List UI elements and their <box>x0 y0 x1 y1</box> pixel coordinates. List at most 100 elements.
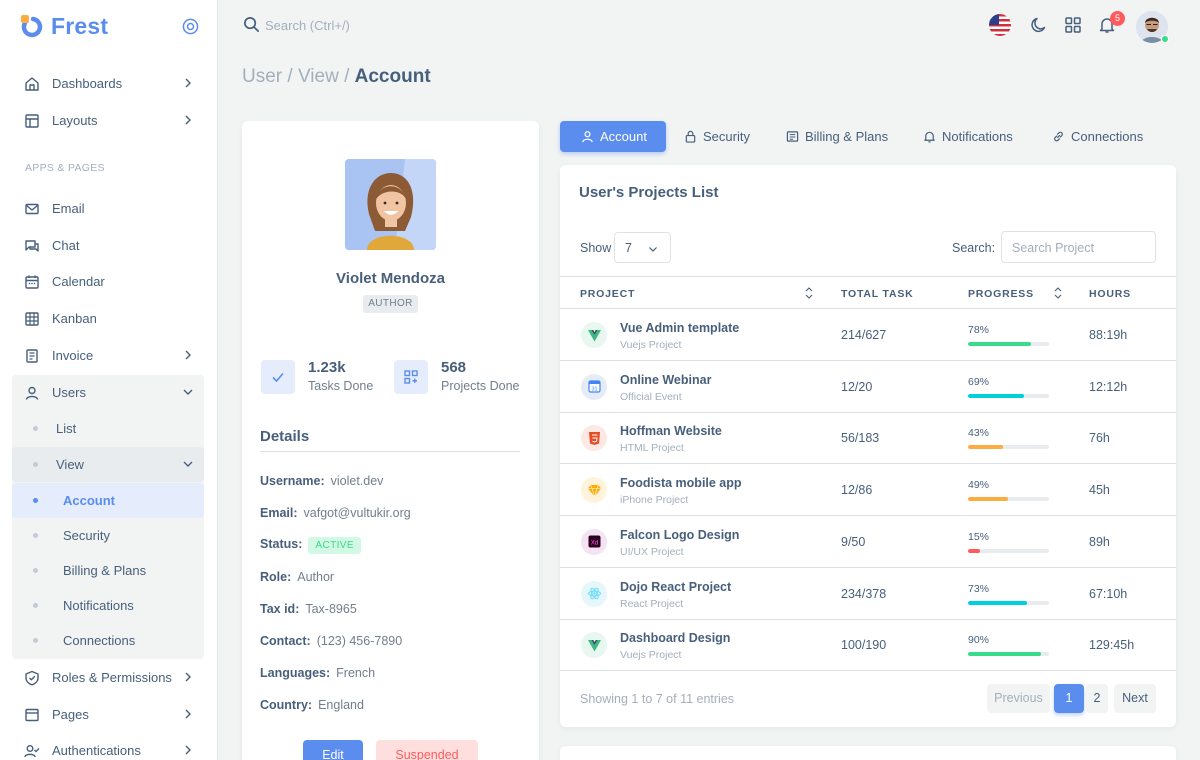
tab-account[interactable]: Account <box>560 121 666 152</box>
global-search-input[interactable]: Search (Ctrl+/) <box>265 18 350 33</box>
table-row[interactable]: Vue Admin template Vuejs Project 214/627 78… <box>560 309 1176 361</box>
bullet-icon <box>33 638 38 643</box>
project-subtitle: HTML Project <box>620 442 684 455</box>
brand[interactable]: Frest <box>21 13 108 40</box>
sidebar-subitem-connections[interactable]: Connections <box>12 623 204 658</box>
table-row[interactable]: Foodista mobile app iPhone Project 12/86 49… <box>560 464 1176 517</box>
table-row[interactable]: Hoffman Website HTML Project 56/183 43% 76h <box>560 412 1176 465</box>
table-row[interactable]: Xd Falcon Logo Design UI/UX Project 9/50 15%… <box>560 516 1176 568</box>
tab-label: Billing & Plans <box>805 129 889 144</box>
tasks-done-label: Tasks Done <box>308 379 374 393</box>
sidebar-item-label: Invoice <box>52 348 94 363</box>
sidebar-item-label: Users <box>52 385 86 400</box>
sidebar-item-chat[interactable]: Chat <box>12 228 204 263</box>
detail-value: French <box>336 666 376 680</box>
projects-card: User's Projects List Show 7 Search: Sear… <box>560 165 1176 727</box>
project-progress-label: 90% <box>968 634 990 647</box>
sidebar-item-pages[interactable]: Pages <box>12 697 204 732</box>
entries-select-value: 7 <box>625 241 632 255</box>
xd-icon: Xd <box>581 528 607 555</box>
column-header-hours[interactable]: HOURS <box>1089 288 1131 300</box>
sidebar-subitem-list[interactable]: List <box>12 411 204 446</box>
sidebar-item-label: Notifications <box>63 598 134 613</box>
sidebar-item-email[interactable]: Email <box>12 191 204 226</box>
browser-icon <box>25 708 39 721</box>
project-subtitle: Vuejs Project <box>620 649 682 662</box>
sidebar-item-label: Pages <box>52 707 89 722</box>
sidebar-subitem-notifications[interactable]: Notifications <box>12 588 204 623</box>
project-name[interactable]: Foodista mobile app <box>620 476 742 490</box>
apps-grid-icon[interactable] <box>1064 16 1082 34</box>
tab-connections[interactable]: Connections <box>1052 121 1143 152</box>
project-name[interactable]: Dojo React Project <box>620 580 731 594</box>
project-hours: 88:19h <box>1089 328 1128 342</box>
sidebar-item-users[interactable]: Users <box>12 375 204 410</box>
entries-select[interactable]: 7 <box>614 232 671 263</box>
pagination-page-1[interactable]: 1 <box>1054 684 1084 713</box>
sidebar-item-invoice[interactable]: Invoice <box>12 338 204 373</box>
sort-icon[interactable] <box>804 285 814 301</box>
sidebar-item-label: Layouts <box>52 113 98 128</box>
menu-toggle-icon[interactable] <box>182 18 199 35</box>
sidebar-subitem-view[interactable]: View <box>12 447 204 482</box>
table-row[interactable]: Dashboard Design Vuejs Project 100/190 90% 1… <box>560 619 1176 672</box>
profile-photo <box>345 159 436 250</box>
breadcrumb-path[interactable]: User / View / <box>242 66 355 87</box>
sidebar-item-authentications[interactable]: Authentications <box>12 733 204 760</box>
sort-icon[interactable] <box>1053 285 1063 301</box>
table-row[interactable]: Dojo React Project React Project 234/378 73… <box>560 568 1176 620</box>
sidebar-item-roles[interactable]: Roles & Permissions <box>12 660 204 695</box>
project-name[interactable]: Vue Admin template <box>620 321 739 335</box>
project-total-task: 9/50 <box>841 534 866 549</box>
pagination-next[interactable]: Next <box>1114 684 1156 713</box>
project-subtitle: Official Event <box>620 390 682 403</box>
sidebar-item-label: View <box>56 457 84 472</box>
sidebar-subitem-security[interactable]: Security <box>12 518 204 553</box>
lock-icon <box>685 130 696 143</box>
detail-value: violet.dev <box>330 474 384 488</box>
tab-security[interactable]: Security <box>684 121 750 152</box>
detail-key: Languages: <box>260 666 331 680</box>
layout-icon <box>25 113 39 128</box>
detail-username: Username: violet.dev <box>260 474 383 488</box>
pagination-page-2[interactable]: 2 <box>1086 684 1108 713</box>
us-flag-icon[interactable] <box>989 14 1011 36</box>
sidebar-item-dashboards[interactable]: Dashboards <box>12 66 204 101</box>
brand-name: Frest <box>51 13 109 39</box>
sidebar-item-label: Email <box>52 201 85 216</box>
profile-name: Violet Mendoza <box>336 270 445 287</box>
moon-icon[interactable] <box>1030 16 1048 34</box>
project-name[interactable]: Online Webinar <box>620 373 711 387</box>
calendar-app-icon: 31 <box>581 373 607 400</box>
search-icon[interactable] <box>243 16 260 33</box>
user-icon <box>25 386 39 400</box>
sidebar-subitem-account[interactable]: Account <box>12 483 204 518</box>
pagination-previous[interactable]: Previous <box>987 684 1050 713</box>
sidebar-section-label: APPS & PAGES <box>25 162 105 174</box>
sidebar-item-layouts[interactable]: Layouts <box>12 103 204 138</box>
tab-billing[interactable]: Billing & Plans <box>786 121 888 152</box>
edit-button[interactable]: Edit <box>303 740 363 760</box>
detail-email: Email: vafgot@vultukir.org <box>260 506 411 520</box>
tab-notifications[interactable]: Notifications <box>923 121 1013 152</box>
progress-bar <box>968 600 1049 605</box>
column-header-total-task[interactable]: TOTAL TASK <box>841 288 914 300</box>
progress-bar <box>968 393 1049 398</box>
sidebar-item-calendar[interactable]: Calendar <box>12 264 204 299</box>
project-name[interactable]: Falcon Logo Design <box>620 528 739 542</box>
chevron-down-icon <box>649 247 657 252</box>
project-progress-label: 78% <box>968 324 990 336</box>
project-name[interactable]: Hoffman Website <box>620 424 722 438</box>
project-hours: 129:45h <box>1089 638 1135 653</box>
sidebar-item-kanban[interactable]: Kanban <box>12 301 204 336</box>
sidebar-subitem-billing[interactable]: Billing & Plans <box>12 553 204 588</box>
project-search-input[interactable]: Search Project <box>1001 231 1156 263</box>
table-row[interactable]: 31 Online Webinar Official Event 12/20 69% 12… <box>560 361 1176 413</box>
suspend-button[interactable]: Suspended <box>376 740 478 760</box>
column-header-progress[interactable]: PROGRESS <box>968 288 1034 300</box>
user-check-icon <box>24 744 40 757</box>
project-name[interactable]: Dashboard Design <box>620 631 730 645</box>
search-label: Search: <box>952 241 996 255</box>
column-header-project[interactable]: PROJECT <box>580 288 635 300</box>
project-progress-label: 69% <box>968 375 990 388</box>
